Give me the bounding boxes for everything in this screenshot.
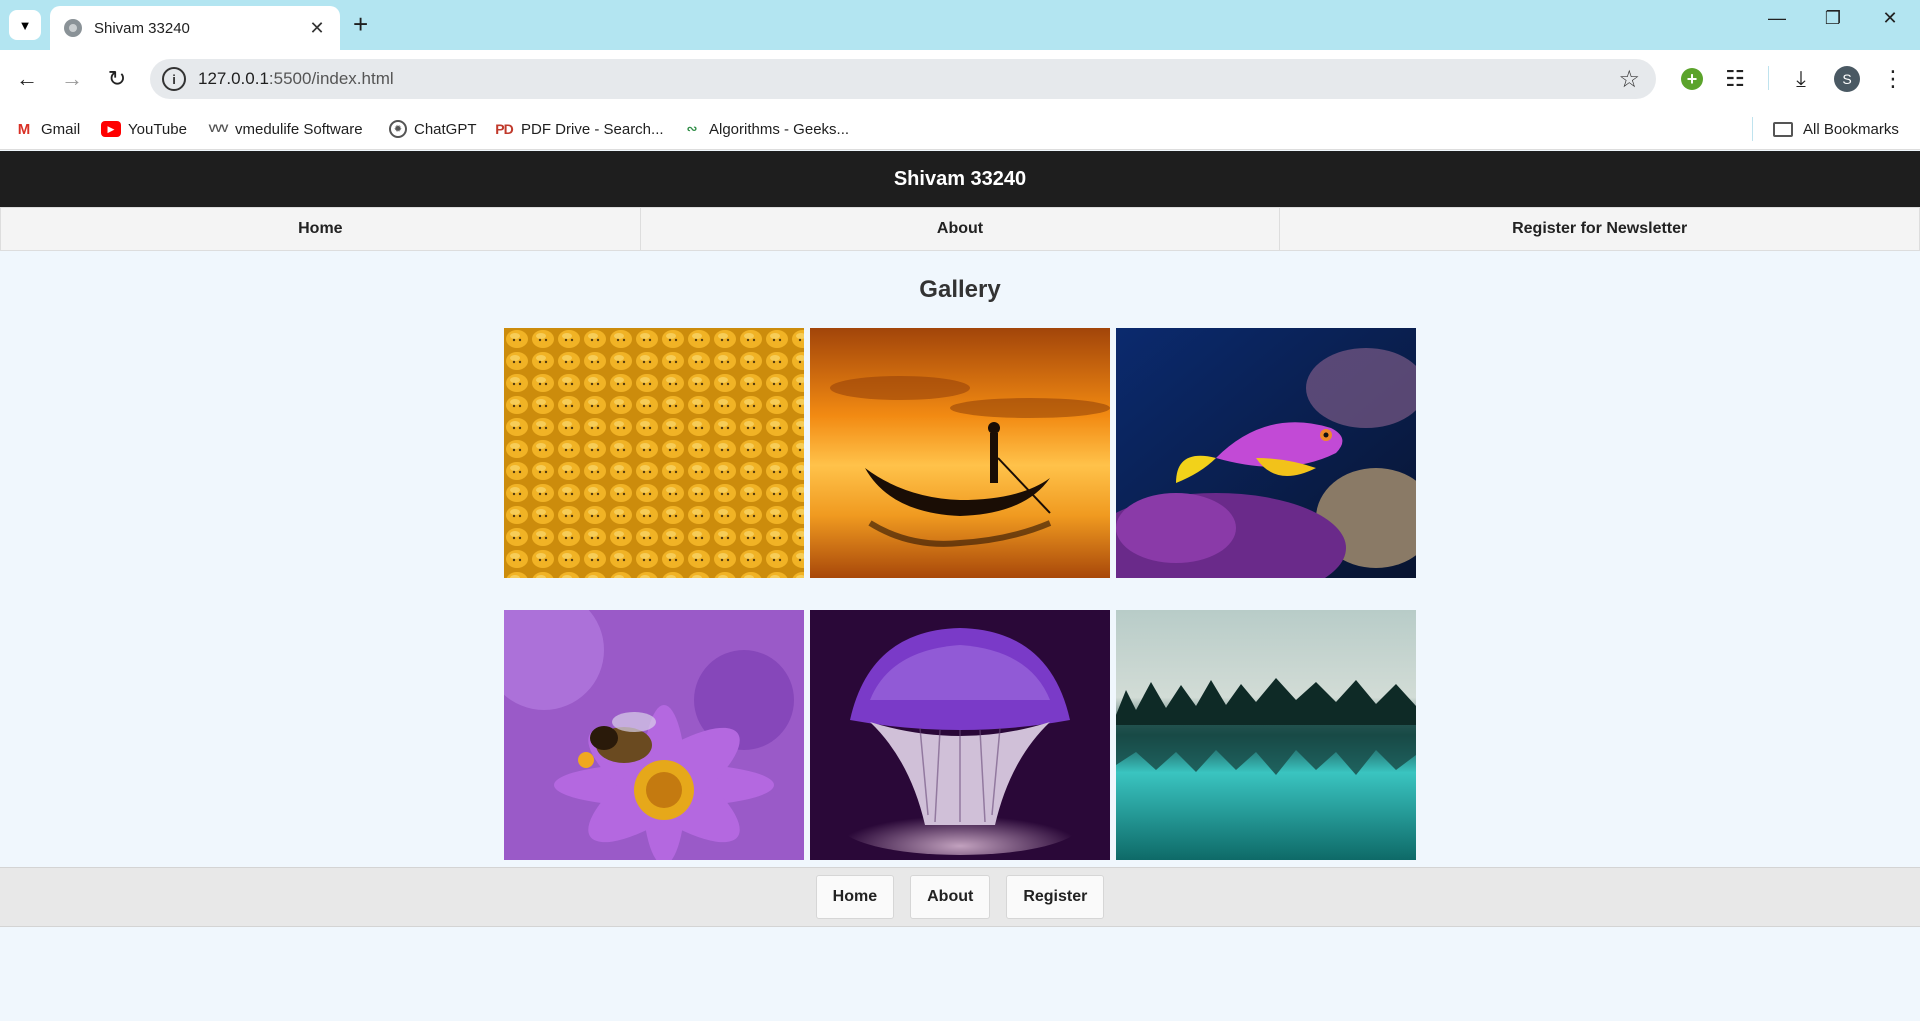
profile-avatar[interactable]: S [1831,63,1863,95]
site-header: Shivam 33240 [0,151,1920,207]
gallery-image-purple-fish[interactable] [1116,328,1416,578]
tab-title: Shivam 33240 [94,19,190,37]
window-close-icon[interactable]: ✕ [1870,8,1910,29]
gallery-image-gondola-sunset[interactable] [810,328,1110,578]
youtube-icon: ▶ [101,121,121,137]
nav-about[interactable]: About [639,208,1280,250]
gallery-title: Gallery [919,276,1001,303]
bookmark-gmail[interactable]: M Gmail [14,116,80,142]
browser-tab-bar: ▼ Shivam 33240 ✕ + — ❐ ✕ [0,0,1920,50]
browser-tab[interactable]: Shivam 33240 ✕ [50,6,340,50]
extension-plus-icon[interactable]: + [1676,63,1708,95]
footer-register-link[interactable]: Register [1006,875,1105,919]
nav-home[interactable]: Home [0,208,640,250]
browser-toolbar: ← → ↻ i 127.0.0.1:5500/index.html ☆ + ☷ … [0,50,1920,108]
reload-icon[interactable]: ↻ [102,64,132,94]
folder-icon [1773,121,1793,137]
menu-kebab-icon[interactable]: ⋮ [1877,63,1909,95]
top-navigation: Home About Register for Newsletter [0,207,1920,251]
site-footer: Home About Register [0,867,1920,927]
globe-icon [64,19,82,37]
chatgpt-icon: ✹ [389,120,407,138]
footer-home-link[interactable]: Home [815,875,895,919]
chevron-down-icon: ▼ [18,17,32,33]
gallery-image-glowing-mushroom[interactable] [810,610,1110,860]
url-text[interactable]: 127.0.0.1:5500/index.html [198,69,394,89]
toolbar-separator [1768,66,1769,90]
new-tab-button[interactable]: + [353,10,368,38]
gallery-image-bee-flower[interactable] [504,610,804,860]
vmedulife-icon: VVV [208,123,228,135]
bookmark-pdfdrive[interactable]: PD PDF Drive - Search... [494,116,663,142]
bookmarks-separator [1752,117,1753,141]
bookmark-chatgpt[interactable]: ✹ ChatGPT [389,116,477,142]
extensions-puzzle-icon[interactable]: ☷ [1719,63,1751,95]
bookmark-youtube[interactable]: ▶ YouTube [101,116,187,142]
gallery-image-teal-lake[interactable] [1116,610,1416,860]
bookmark-vmedulife[interactable]: VVV vmedulife Software [208,116,362,142]
close-tab-icon[interactable]: ✕ [306,18,328,39]
gallery-grid [504,328,1416,860]
geeksforgeeks-icon: ∾ [686,121,698,136]
gmail-icon: M [17,120,31,138]
bookmark-geeksforgeeks[interactable]: ∾ Algorithms - Geeks... [682,116,850,142]
pdfdrive-icon: PD [495,121,513,137]
all-bookmarks-button[interactable]: All Bookmarks [1773,116,1899,142]
site-title: Shivam 33240 [893,167,1027,190]
gallery-image-toy-faces[interactable] [504,328,804,578]
bookmarks-bar: M Gmail ▶ YouTube VVV vmedulife Software… [0,108,1920,150]
bookmark-star-icon[interactable]: ☆ [1618,65,1640,94]
minimize-icon[interactable]: — [1757,8,1797,29]
tab-search-button[interactable]: ▼ [9,10,41,40]
restore-icon[interactable]: ❐ [1813,8,1853,29]
download-icon[interactable]: ⤓ [1785,63,1817,95]
address-bar[interactable]: i 127.0.0.1:5500/index.html ☆ [150,59,1656,99]
forward-arrow-icon[interactable]: → [57,64,87,94]
footer-about-link[interactable]: About [910,875,991,919]
back-arrow-icon[interactable]: ← [12,64,42,94]
nav-register-newsletter[interactable]: Register for Newsletter [1279,208,1920,250]
site-info-icon[interactable]: i [162,67,186,91]
